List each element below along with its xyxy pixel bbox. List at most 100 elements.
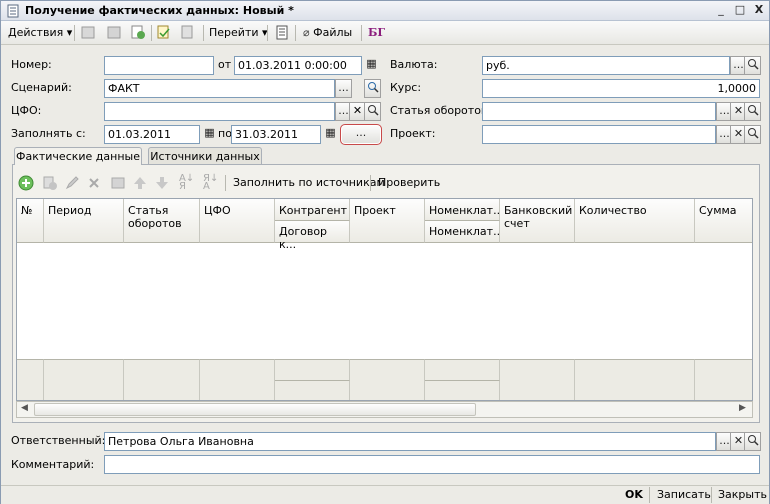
toolbar-separator [203,25,204,41]
column-header-counterparty[interactable]: Контрагент [275,199,350,221]
footer-cell [695,359,752,400]
currency-field[interactable]: руб. [482,56,730,75]
project-field[interactable] [482,125,716,144]
search-icon[interactable] [364,79,381,98]
move-down-icon[interactable] [154,175,170,191]
toolbar-separator [225,175,226,191]
column-header-turnover[interactable]: Статья оборотов [124,199,200,243]
column-header-period[interactable]: Период [44,199,124,243]
copy-row-icon[interactable] [42,175,58,191]
column-header-project[interactable]: Проект [350,199,425,243]
brand-icon[interactable]: БГ [368,25,385,41]
actions-menu-label: Действия [8,26,64,39]
paperclip-icon: ⌀ [303,26,310,39]
window-title: Получение фактических данных: Новый * [25,4,294,17]
minimize-button[interactable]: _ [713,4,729,18]
toolbar-separator [361,25,362,41]
close-button[interactable]: Закрыть [718,488,767,501]
column-header-amount[interactable]: Сумма [695,199,752,243]
goto-menu-label: Перейти [209,26,259,39]
column-header-cfo[interactable]: ЦФО [200,199,275,243]
main-toolbar: Действия ▾ Перейти ▾ ⌀ Файлы БГ [1,21,769,45]
footer-cell [44,359,124,400]
goto-menu[interactable]: Перейти ▾ [209,25,268,41]
delete-icon[interactable] [86,175,102,191]
column-header-bank-account[interactable]: Банковский счет [500,199,575,243]
cfo-field[interactable] [104,102,335,121]
sort-desc-icon[interactable]: Я↓ A [203,174,218,192]
structure-icon[interactable] [273,24,291,41]
column-header-quantity[interactable]: Количество [575,199,695,243]
edit-icon[interactable] [64,175,80,191]
rate-field[interactable]: 1,0000 [482,79,760,98]
document-icon [7,4,19,18]
turnover-field[interactable] [482,102,716,121]
search-icon[interactable] [744,125,761,144]
fill-by-sources-button[interactable]: Заполнить по источникам [233,176,385,189]
unpost-icon[interactable] [179,24,197,41]
cfo-label: ЦФО: [11,104,42,117]
search-icon[interactable] [744,432,761,451]
scenario-select-button[interactable]: ... [335,79,352,98]
footer-cell [124,359,200,400]
maximize-button[interactable]: □ [732,4,748,18]
files-button[interactable]: ⌀ Файлы [303,25,352,41]
fill-to-field[interactable]: 31.03.2011 [231,125,321,144]
scroll-thumb[interactable] [34,403,476,416]
post-icon[interactable] [155,24,173,41]
title-bar: Получение фактических данных: Новый * _ … [1,1,769,21]
scenario-label: Сценарий: [11,81,72,94]
check-button[interactable]: Проверить [378,176,440,189]
ok-button[interactable]: OK [625,488,643,501]
fill-from-label: Заполнять с: [11,127,86,140]
refresh-icon[interactable] [129,24,147,41]
toolbar-separator [151,25,152,41]
date-field[interactable]: 01.03.2011 0:00:00 [234,56,362,75]
files-button-label: Файлы [313,26,353,39]
actions-menu[interactable]: Действия ▾ [8,25,72,41]
number-label: Номер: [11,58,52,71]
scroll-right-icon[interactable]: ▶ [739,403,746,413]
save-icon[interactable] [79,24,97,41]
period-select-button[interactable]: ... [340,124,382,145]
column-header-contract[interactable]: Договор к... [275,221,350,251]
fill-from-field[interactable]: 01.03.2011 [104,125,200,144]
chevron-down-icon: ▾ [66,26,73,39]
column-header-nomenclature-2[interactable]: Номенклат... [425,221,504,243]
footer-cell [350,359,425,400]
footer-separator [649,487,650,503]
actual-data-table[interactable]: № Период Статья оборотов ЦФО Контрагент … [16,198,753,401]
number-field[interactable] [104,56,214,75]
search-icon[interactable] [744,102,761,121]
search-icon[interactable] [744,56,761,75]
calendar-icon[interactable]: ▦ [322,125,339,144]
footer-cell [500,359,575,400]
sort-asc-icon[interactable]: A↓ Я [179,174,194,192]
table-horizontal-scrollbar[interactable]: ◀ ▶ [16,401,753,418]
comment-label: Комментарий: [11,458,95,471]
comment-field[interactable] [104,455,760,474]
close-window-button[interactable]: X [751,4,767,18]
tab-data-sources[interactable]: Источники данных [148,147,262,165]
footer-cell [200,359,275,400]
save-close-icon[interactable] [105,24,123,41]
column-header-nomenclature-1[interactable]: Номенклат... [425,199,504,221]
grid-toolbar: A↓ Я Я↓ A Заполнить по источникам Проверит… [18,174,748,192]
tab-actual-data[interactable]: Фактические данные [14,147,142,165]
scenario-field[interactable]: ФАКТ [104,79,335,98]
add-row-icon[interactable] [18,175,34,191]
search-icon[interactable] [364,102,381,121]
calendar-icon[interactable]: ▦ [363,56,380,75]
responsible-field[interactable]: Петрова Ольга Ивановна [104,432,716,451]
responsible-label: Ответственный: [11,434,106,447]
end-edit-icon[interactable] [110,175,126,191]
scroll-left-icon[interactable]: ◀ [21,403,28,413]
footer-cell [575,359,695,400]
rate-label: Курс: [390,81,422,94]
footer-cell [425,359,500,380]
save-button[interactable]: Записать [657,488,711,501]
calendar-icon[interactable]: ▦ [201,125,218,144]
toolbar-separator [74,25,75,41]
move-up-icon[interactable] [132,175,148,191]
column-header-num[interactable]: № [17,199,44,243]
